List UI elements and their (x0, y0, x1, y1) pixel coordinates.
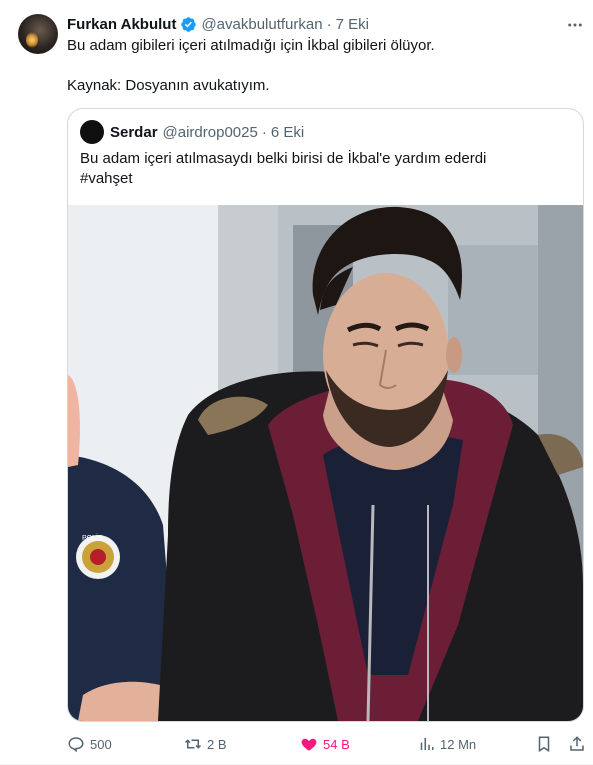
separator-dot: · (261, 123, 267, 141)
quoted-text-line: Bu adam içeri atılmasaydı belki birisi d… (80, 150, 487, 167)
avatar-photo-highlight (26, 32, 38, 48)
more-icon[interactable] (566, 16, 584, 34)
tweet-time[interactable]: 7 Eki (336, 16, 369, 33)
bookmark-button[interactable] (535, 734, 558, 754)
tweet[interactable]: Furkan Akbulut @avakbulutfurkan · 7 Eki … (0, 0, 593, 765)
quoted-tweet-text: Bu adam içeri atılmasaydı belki birisi d… (80, 149, 570, 189)
views-button[interactable]: 12 Mn (417, 734, 476, 754)
quoted-tweet[interactable]: Serdar @airdrop0025 · 6 Eki Bu adam içer… (67, 108, 584, 722)
tweet-header: Furkan Akbulut @avakbulutfurkan · 7 Eki (67, 14, 369, 34)
quoted-author-name: Serdar (110, 123, 158, 141)
tweet-text-line: Kaynak: Dosyanın avukatıyım. (67, 77, 270, 94)
quoted-author-handle: @airdrop0025 (162, 123, 258, 141)
police-badge-text: POLİS (82, 533, 103, 542)
quoted-tweet-header: Serdar @airdrop0025 · 6 Eki (80, 120, 305, 144)
author-handle[interactable]: @avakbulutfurkan (201, 16, 322, 33)
retweet-icon (184, 739, 202, 749)
share-button[interactable] (568, 734, 591, 754)
quoted-photo[interactable]: POLİS (68, 205, 583, 721)
separator-dot: · (326, 15, 332, 33)
retweet-button[interactable]: 2 B (184, 734, 227, 754)
bookmark-icon (538, 736, 550, 753)
avatar[interactable] (18, 14, 58, 54)
like-button[interactable]: 54 B (300, 734, 350, 754)
like-count: 54 B (323, 736, 350, 752)
tweet-text: Bu adam gibileri içeri atılmadığı için İ… (67, 36, 577, 96)
reply-icon (68, 737, 84, 753)
like-icon (301, 738, 317, 751)
quoted-time: 6 Eki (270, 123, 305, 141)
share-icon (570, 736, 584, 751)
retweet-count: 2 B (207, 736, 227, 752)
views-count: 12 Mn (440, 736, 477, 752)
verified-icon (181, 16, 197, 32)
quoted-hashtag[interactable]: #vahşet (80, 169, 570, 189)
author-name[interactable]: Furkan Akbulut (67, 16, 176, 33)
reply-button[interactable]: 500 (67, 734, 112, 754)
reply-count: 500 (90, 736, 112, 752)
quoted-avatar (80, 120, 104, 144)
tweet-text-line: Bu adam gibileri içeri atılmadığı için İ… (67, 37, 435, 54)
tweet-actions: 500 2 B 54 B 12 Mn (67, 734, 587, 754)
views-icon (420, 738, 434, 750)
